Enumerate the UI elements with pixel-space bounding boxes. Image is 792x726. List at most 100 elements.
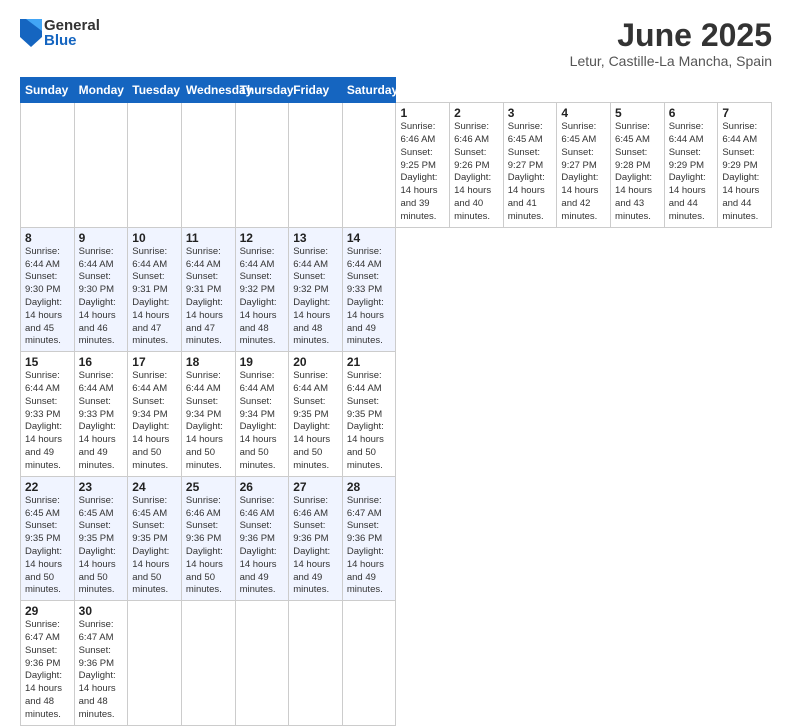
calendar-body: 1Sunrise: 6:46 AM Sunset: 9:25 PM Daylig… <box>21 103 772 726</box>
calendar-header: Sunday Monday Tuesday Wednesday Thursday… <box>21 78 772 103</box>
day-info: Sunrise: 6:47 AM Sunset: 9:36 PM Dayligh… <box>347 495 392 598</box>
calendar-cell: 15Sunrise: 6:44 AM Sunset: 9:33 PM Dayli… <box>21 352 75 477</box>
day-number: 4 <box>561 106 606 120</box>
calendar-cell: 13Sunrise: 6:44 AM Sunset: 9:32 PM Dayli… <box>289 227 343 352</box>
day-number: 19 <box>240 355 285 369</box>
location: Letur, Castille-La Mancha, Spain <box>570 53 772 69</box>
day-info: Sunrise: 6:46 AM Sunset: 9:36 PM Dayligh… <box>186 495 231 598</box>
calendar-cell <box>235 601 289 726</box>
calendar-cell: 1Sunrise: 6:46 AM Sunset: 9:25 PM Daylig… <box>396 103 450 228</box>
day-info: Sunrise: 6:44 AM Sunset: 9:29 PM Dayligh… <box>669 121 714 224</box>
calendar-cell <box>181 103 235 228</box>
calendar-cell: 12Sunrise: 6:44 AM Sunset: 9:32 PM Dayli… <box>235 227 289 352</box>
day-info: Sunrise: 6:46 AM Sunset: 9:25 PM Dayligh… <box>400 121 445 224</box>
day-number: 24 <box>132 480 177 494</box>
calendar-cell <box>128 103 182 228</box>
day-info: Sunrise: 6:44 AM Sunset: 9:30 PM Dayligh… <box>25 246 70 349</box>
title-block: June 2025 Letur, Castille-La Mancha, Spa… <box>570 18 772 69</box>
day-number: 26 <box>240 480 285 494</box>
day-number: 9 <box>79 231 124 245</box>
day-number: 8 <box>25 231 70 245</box>
logo-general: General <box>44 18 100 33</box>
day-number: 30 <box>79 604 124 618</box>
calendar-cell: 10Sunrise: 6:44 AM Sunset: 9:31 PM Dayli… <box>128 227 182 352</box>
calendar-cell: 24Sunrise: 6:45 AM Sunset: 9:35 PM Dayli… <box>128 476 182 601</box>
week-row: 15 Sunrise: 6:44 AM Sunset: 9:33 PM Dayli… <box>21 352 772 477</box>
calendar-cell: 30Sunrise: 6:47 AM Sunset: 9:36 PM Dayli… <box>74 601 128 726</box>
calendar-cell: 26Sunrise: 6:46 AM Sunset: 9:36 PM Dayli… <box>235 476 289 601</box>
calendar-cell <box>289 103 343 228</box>
calendar-cell: 20Sunrise: 6:44 AM Sunset: 9:35 PM Dayli… <box>289 352 343 477</box>
calendar-cell <box>342 601 396 726</box>
day-info: Sunrise: 6:45 AM Sunset: 9:35 PM Dayligh… <box>79 495 124 598</box>
day-info: Sunrise: 6:44 AM Sunset: 9:32 PM Dayligh… <box>240 246 285 349</box>
day-info: Sunrise: 6:44 AM Sunset: 9:32 PM Dayligh… <box>293 246 338 349</box>
month-title: June 2025 <box>570 18 772 53</box>
col-monday: Monday <box>74 78 128 103</box>
day-info: Sunrise: 6:44 AM Sunset: 9:35 PM Dayligh… <box>293 370 338 473</box>
day-info: Sunrise: 6:47 AM Sunset: 9:36 PM Dayligh… <box>25 619 70 722</box>
calendar-cell <box>181 601 235 726</box>
col-friday: Friday <box>289 78 343 103</box>
col-thursday: Thursday <box>235 78 289 103</box>
calendar-cell: 22Sunrise: 6:45 AM Sunset: 9:35 PM Dayli… <box>21 476 75 601</box>
day-number: 11 <box>186 231 231 245</box>
day-info: Sunrise: 6:46 AM Sunset: 9:36 PM Dayligh… <box>240 495 285 598</box>
col-wednesday: Wednesday <box>181 78 235 103</box>
calendar-cell: 19Sunrise: 6:44 AM Sunset: 9:34 PM Dayli… <box>235 352 289 477</box>
day-number: 23 <box>79 480 124 494</box>
day-number: 1 <box>400 106 445 120</box>
day-info: Sunrise: 6:44 AM Sunset: 9:29 PM Dayligh… <box>722 121 767 224</box>
calendar-cell: 16Sunrise: 6:44 AM Sunset: 9:33 PM Dayli… <box>74 352 128 477</box>
day-number: 20 <box>293 355 338 369</box>
week-row: 22Sunrise: 6:45 AM Sunset: 9:35 PM Dayli… <box>21 476 772 601</box>
calendar-cell: 28Sunrise: 6:47 AM Sunset: 9:36 PM Dayli… <box>342 476 396 601</box>
calendar-cell: 6Sunrise: 6:44 AM Sunset: 9:29 PM Daylig… <box>664 103 718 228</box>
calendar-cell: 23Sunrise: 6:45 AM Sunset: 9:35 PM Dayli… <box>74 476 128 601</box>
calendar-cell: 7Sunrise: 6:44 AM Sunset: 9:29 PM Daylig… <box>718 103 772 228</box>
calendar-cell: 5Sunrise: 6:45 AM Sunset: 9:28 PM Daylig… <box>611 103 665 228</box>
day-info: Sunrise: 6:44 AM Sunset: 9:33 PM Dayligh… <box>79 370 124 473</box>
day-number: 28 <box>347 480 392 494</box>
calendar-cell: 3Sunrise: 6:45 AM Sunset: 9:27 PM Daylig… <box>503 103 557 228</box>
day-number: 15 <box>25 355 70 369</box>
logo-text: General Blue <box>44 18 100 48</box>
calendar-cell: 29Sunrise: 6:47 AM Sunset: 9:36 PM Dayli… <box>21 601 75 726</box>
day-info: Sunrise: 6:44 AM Sunset: 9:34 PM Dayligh… <box>132 370 177 473</box>
logo-icon <box>20 19 42 47</box>
day-number: 6 <box>669 106 714 120</box>
day-number: 3 <box>508 106 553 120</box>
calendar-cell <box>235 103 289 228</box>
day-number: 13 <box>293 231 338 245</box>
calendar-cell: 17Sunrise: 6:44 AM Sunset: 9:34 PM Dayli… <box>128 352 182 477</box>
day-info: Sunrise: 6:45 AM Sunset: 9:27 PM Dayligh… <box>508 121 553 224</box>
col-saturday: Saturday <box>342 78 396 103</box>
calendar-cell <box>74 103 128 228</box>
day-info: Sunrise: 6:44 AM Sunset: 9:33 PM Dayligh… <box>347 246 392 349</box>
day-number: 22 <box>25 480 70 494</box>
day-info: Sunrise: 6:45 AM Sunset: 9:28 PM Dayligh… <box>615 121 660 224</box>
day-number: 7 <box>722 106 767 120</box>
day-number: 2 <box>454 106 499 120</box>
calendar-cell: 14Sunrise: 6:44 AM Sunset: 9:33 PM Dayli… <box>342 227 396 352</box>
logo: General Blue <box>20 18 100 48</box>
day-info: Sunrise: 6:44 AM Sunset: 9:35 PM Dayligh… <box>347 370 392 473</box>
week-row: 29Sunrise: 6:47 AM Sunset: 9:36 PM Dayli… <box>21 601 772 726</box>
calendar-cell: 8Sunrise: 6:44 AM Sunset: 9:30 PM Daylig… <box>21 227 75 352</box>
calendar-cell: 27Sunrise: 6:46 AM Sunset: 9:36 PM Dayli… <box>289 476 343 601</box>
calendar-cell: 25Sunrise: 6:46 AM Sunset: 9:36 PM Dayli… <box>181 476 235 601</box>
day-number: 29 <box>25 604 70 618</box>
col-sunday: Sunday <box>21 78 75 103</box>
week-row: 8Sunrise: 6:44 AM Sunset: 9:30 PM Daylig… <box>21 227 772 352</box>
day-info: Sunrise: 6:44 AM Sunset: 9:31 PM Dayligh… <box>132 246 177 349</box>
day-number: 12 <box>240 231 285 245</box>
calendar-cell: 11Sunrise: 6:44 AM Sunset: 9:31 PM Dayli… <box>181 227 235 352</box>
day-info: Sunrise: 6:45 AM Sunset: 9:35 PM Dayligh… <box>25 495 70 598</box>
day-info: Sunrise: 6:44 AM Sunset: 9:34 PM Dayligh… <box>186 370 231 473</box>
calendar-cell <box>342 103 396 228</box>
day-info: Sunrise: 6:44 AM Sunset: 9:31 PM Dayligh… <box>186 246 231 349</box>
calendar-cell <box>128 601 182 726</box>
day-number: 5 <box>615 106 660 120</box>
calendar-cell <box>289 601 343 726</box>
day-info: Sunrise: 6:45 AM Sunset: 9:27 PM Dayligh… <box>561 121 606 224</box>
